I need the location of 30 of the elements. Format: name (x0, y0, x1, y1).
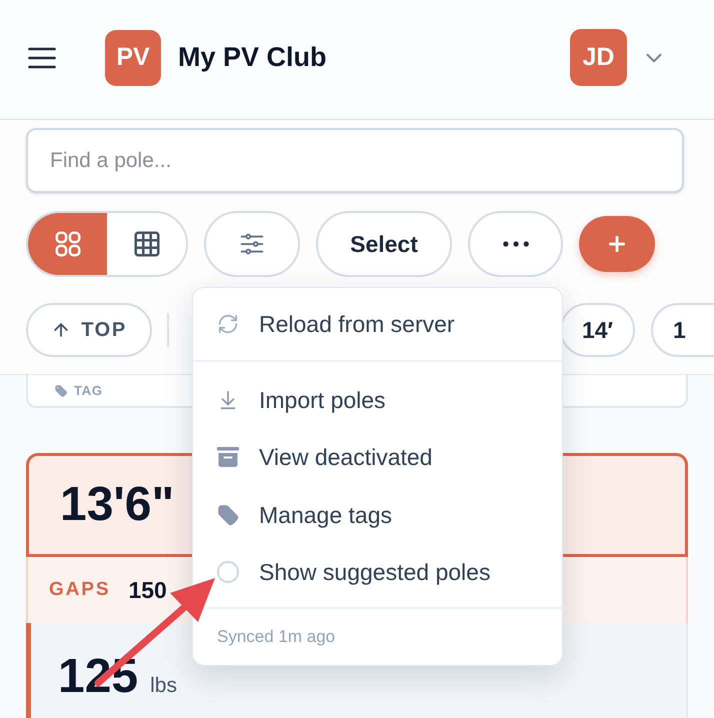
height-chip[interactable]: 14′ (560, 303, 635, 357)
gaps-value: 150 (128, 576, 167, 605)
menu-item[interactable]: Reload from server (193, 288, 562, 360)
sync-status: Synced 1m ago (217, 626, 336, 648)
table-icon (132, 229, 162, 259)
weight-unit: lbs (150, 673, 177, 699)
ellipsis-icon (502, 241, 528, 247)
select-button[interactable]: Select (316, 211, 452, 277)
refresh-icon (217, 313, 239, 335)
menu-item[interactable]: Import poles (193, 371, 562, 428)
grid-icon (52, 229, 82, 259)
grid-view-button[interactable] (28, 213, 107, 275)
gaps-label: GAPS (49, 578, 110, 602)
club-logo: PV (105, 30, 161, 86)
menu-item[interactable]: Manage tags (193, 486, 562, 544)
add-button[interactable] (579, 216, 655, 272)
archive-box-icon (217, 447, 239, 468)
pole-height: 13'6" (60, 477, 174, 533)
tag-icon (54, 384, 68, 398)
height-chip[interactable]: 1 (651, 303, 714, 357)
tag-label: TAG (74, 382, 103, 400)
radio-button[interactable] (217, 561, 239, 584)
search-field[interactable]: Find a pole... (26, 128, 684, 193)
user-avatar[interactable]: JD (570, 29, 627, 86)
top-chip[interactable]: TOP (26, 303, 152, 357)
tag-icon (217, 504, 239, 526)
menu-item[interactable]: View deactivated (193, 428, 562, 486)
club-title: My PV Club (178, 41, 327, 74)
plus-icon (609, 236, 625, 252)
menu-icon (28, 46, 56, 68)
